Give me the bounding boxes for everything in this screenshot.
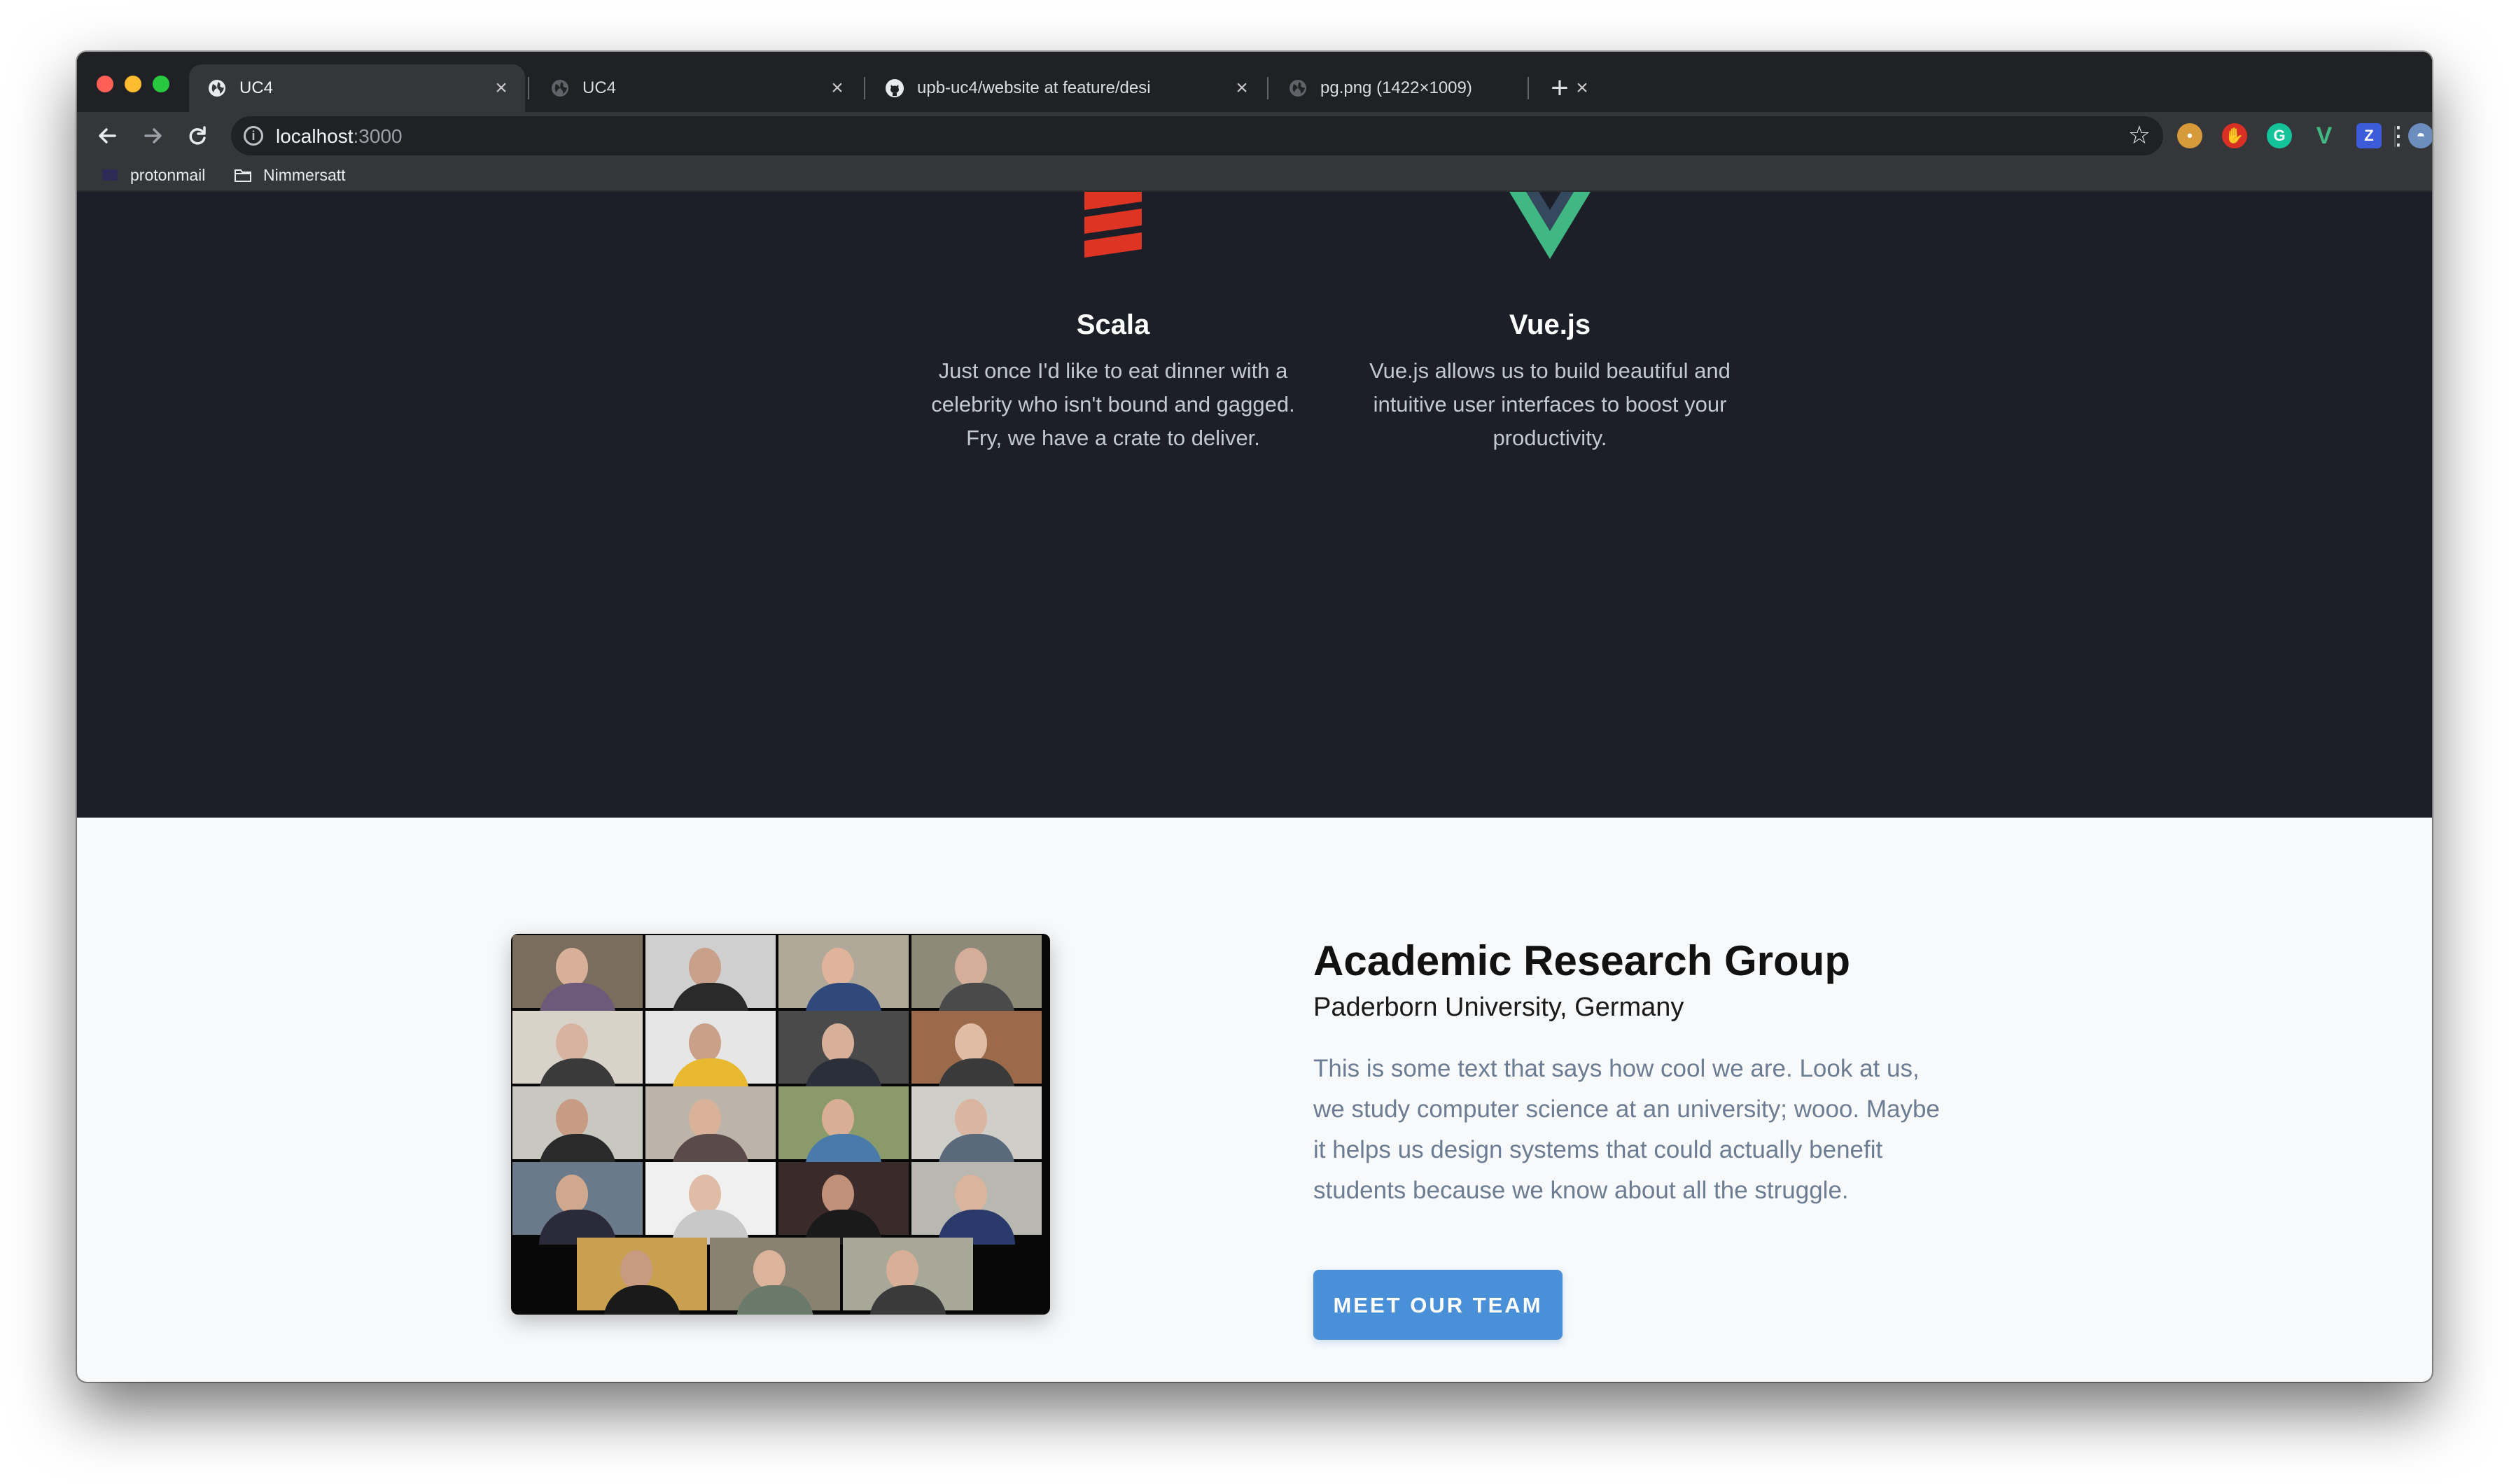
tab-label: UC4 bbox=[582, 78, 617, 97]
tab-separator bbox=[528, 77, 529, 99]
arrow-right-icon bbox=[144, 128, 162, 144]
bookmark-protonmail[interactable]: protonmail bbox=[101, 164, 205, 186]
tech-description: Vue.js allows us to build beautiful and … bbox=[1369, 358, 1731, 450]
photo-tile bbox=[645, 1011, 776, 1093]
bookmark-star-icon[interactable]: ☆ bbox=[2128, 120, 2151, 150]
arrow-left-icon bbox=[99, 128, 116, 144]
site-info-icon[interactable]: i bbox=[244, 126, 263, 146]
tech-name: Scala bbox=[1076, 309, 1150, 340]
close-window-button[interactable] bbox=[97, 76, 113, 92]
browser-window: UC4 × UC4 × upb-uc4/website at feature/d… bbox=[77, 52, 2432, 1382]
forward-button[interactable] bbox=[136, 119, 169, 153]
z-extension-icon[interactable]: Z bbox=[2356, 123, 2382, 148]
globe-icon bbox=[1290, 80, 1306, 97]
photo-tile bbox=[778, 1086, 909, 1169]
minimize-window-button[interactable] bbox=[125, 76, 141, 92]
research-group-subtitle: Paderborn University, Germany bbox=[1313, 993, 1684, 1022]
photo-tile bbox=[512, 1086, 643, 1169]
cookie-extension-icon[interactable]: • bbox=[2177, 123, 2202, 148]
tab-label: UC4 bbox=[239, 78, 274, 97]
tab-uc4[interactable]: UC4 × bbox=[532, 64, 861, 112]
photo-tile bbox=[645, 1162, 776, 1245]
tech-description: Just once I'd like to eat dinner with a … bbox=[931, 358, 1295, 450]
github-icon bbox=[886, 79, 904, 97]
vue-devtools-extension-icon[interactable]: V bbox=[2312, 123, 2337, 148]
folder-icon bbox=[235, 169, 251, 182]
photo-tile bbox=[911, 1162, 1042, 1245]
scala-logo-icon bbox=[1084, 192, 1142, 258]
zoom-window-button[interactable] bbox=[153, 76, 169, 92]
photo-tile bbox=[645, 1086, 776, 1169]
bookmark-label: Nimmersatt bbox=[263, 165, 346, 184]
photo-tile bbox=[911, 1086, 1042, 1169]
vue-logo-icon bbox=[1509, 192, 1591, 259]
photo-tile bbox=[577, 1238, 707, 1315]
globe-icon bbox=[552, 80, 568, 97]
tab-close-icon[interactable]: × bbox=[827, 76, 847, 100]
tab-separator bbox=[864, 77, 865, 99]
tab-label: upb-uc4/website at feature/desi bbox=[917, 78, 1151, 97]
tab-strip: UC4 × UC4 × upb-uc4/website at feature/d… bbox=[77, 52, 2432, 112]
page-content: Scala Just once I'd like to eat dinner w… bbox=[77, 192, 2432, 1382]
back-button[interactable] bbox=[91, 119, 125, 153]
adblock-extension-icon[interactable]: ✋ bbox=[2222, 123, 2247, 148]
globe-icon bbox=[209, 80, 225, 97]
photo-tile bbox=[512, 1011, 643, 1093]
protonmail-icon bbox=[102, 169, 118, 181]
research-group-description: This is some text that says how cool we … bbox=[1313, 1055, 1940, 1204]
photo-tile bbox=[911, 1011, 1042, 1093]
photo-tile bbox=[512, 1162, 643, 1245]
url-host: localhost bbox=[276, 125, 354, 147]
reload-button[interactable] bbox=[181, 119, 214, 153]
new-tab-button[interactable]: + bbox=[1540, 69, 1579, 108]
meet-our-team-button[interactable]: MEET OUR TEAM bbox=[1313, 1270, 1563, 1340]
photo-tile bbox=[778, 1162, 909, 1245]
bookmarks-bar: protonmail Nimmersatt bbox=[77, 160, 2432, 192]
tab-separator bbox=[1267, 77, 1269, 99]
browser-menu-icon[interactable]: ⋮ bbox=[2386, 119, 2411, 153]
tech-stack-section: Scala Just once I'd like to eat dinner w… bbox=[77, 192, 2432, 818]
bookmark-label: protonmail bbox=[130, 165, 206, 184]
photo-tile bbox=[911, 935, 1042, 1018]
tab-separator bbox=[1528, 77, 1529, 99]
bookmark-nimmersatt[interactable]: Nimmersatt bbox=[234, 164, 346, 186]
photo-tile bbox=[645, 935, 776, 1018]
tech-name: Vue.js bbox=[1509, 309, 1591, 340]
profile-avatar[interactable]: ◓ bbox=[2408, 123, 2432, 148]
tab-close-icon[interactable]: × bbox=[491, 76, 511, 100]
tab-close-icon[interactable]: × bbox=[1232, 76, 1252, 100]
research-group-section: Academic Research Group Paderborn Univer… bbox=[77, 818, 2432, 1382]
photo-tile bbox=[843, 1238, 973, 1315]
grammarly-extension-icon[interactable]: G bbox=[2267, 123, 2292, 148]
photo-tile bbox=[778, 1011, 909, 1093]
tab-uc4-active[interactable]: UC4 × bbox=[189, 64, 525, 112]
team-video-call-photo bbox=[511, 934, 1050, 1315]
reload-icon bbox=[189, 126, 206, 145]
browser-toolbar: i localhost:3000 ☆ • ✋ G V Z ◓ ⋮ bbox=[77, 112, 2432, 160]
address-bar[interactable]: i localhost:3000 ☆ bbox=[231, 116, 2163, 155]
url-text[interactable]: localhost:3000 bbox=[276, 125, 403, 148]
url-port: :3000 bbox=[353, 125, 403, 147]
photo-tile bbox=[512, 935, 643, 1018]
photo-tile bbox=[710, 1238, 840, 1315]
research-group-title: Academic Research Group bbox=[1313, 937, 1850, 984]
photo-tile bbox=[778, 935, 909, 1018]
tab-github[interactable]: upb-uc4/website at feature/desi × bbox=[867, 64, 1266, 112]
